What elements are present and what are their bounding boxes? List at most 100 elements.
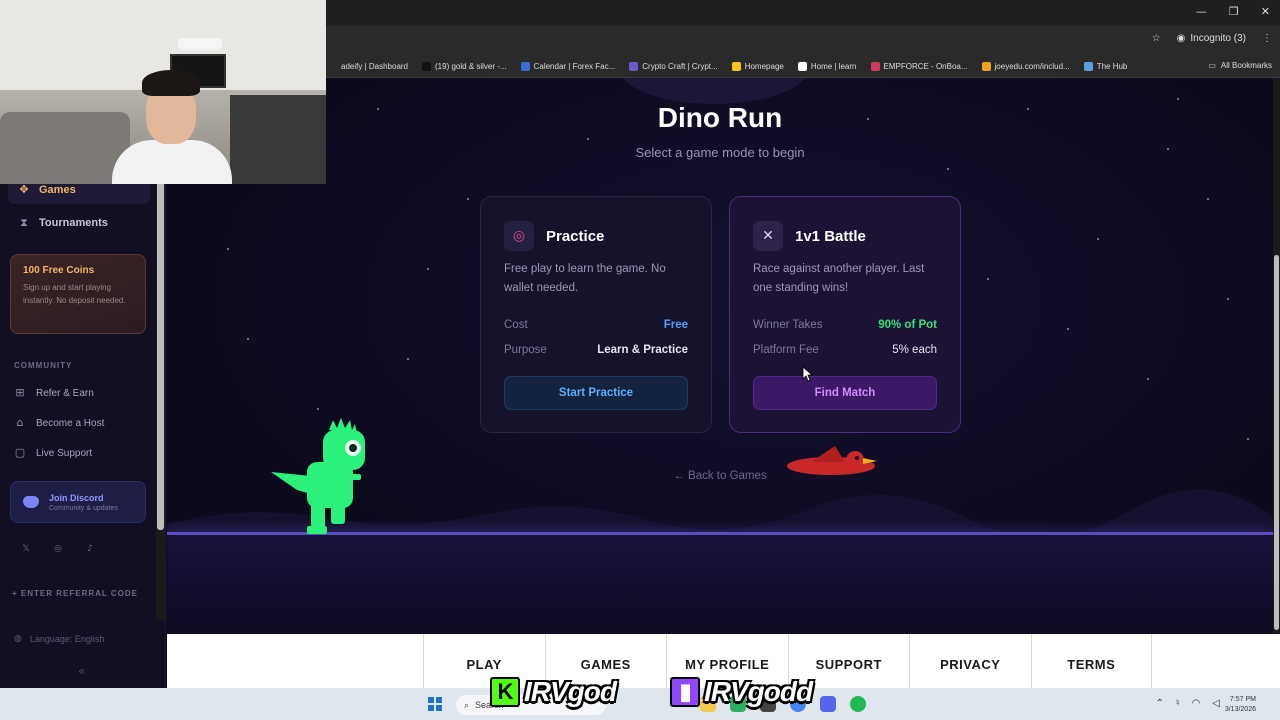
system-tray: ⌃ ♮ ◠ ◁ <box>1156 698 1220 709</box>
star <box>1207 198 1209 200</box>
bookmark[interactable]: Homepage <box>731 62 784 71</box>
row-label: Purpose <box>504 343 547 356</box>
spotify-icon[interactable] <box>850 696 866 712</box>
volume-icon[interactable]: ◁ <box>1212 698 1220 709</box>
chevron-up-icon[interactable]: ⌃ <box>1156 698 1164 709</box>
star <box>987 278 989 280</box>
row-value: 5% each <box>892 343 937 356</box>
bookmark[interactable]: EMPFORCE - OnBoa... <box>870 62 968 71</box>
game-title: Dino Run <box>657 102 783 133</box>
sidebar-item-label: Games <box>39 184 76 196</box>
join-discord-card[interactable]: Join Discord Community & updates <box>10 481 146 523</box>
row-label: Winner Takes <box>753 318 823 331</box>
footer-link-terms[interactable]: TERMS <box>1030 634 1152 688</box>
social-links: 𝕏 ◎ ♪ <box>20 543 96 555</box>
find-match-button[interactable]: Find Match <box>753 376 937 410</box>
star <box>317 408 319 410</box>
sidebar-item-label: Tournaments <box>39 217 108 229</box>
bookmark[interactable]: Calendar | Forex Fac... <box>520 62 615 71</box>
all-bookmarks[interactable]: ▭ All Bookmarks <box>1208 61 1272 70</box>
windows-start-icon[interactable] <box>428 697 442 711</box>
cost-row: Cost Free <box>504 312 688 337</box>
promo-title: 100 Free Coins <box>23 265 95 276</box>
enter-referral-code[interactable]: + ENTER REFERRAL CODE <box>12 589 138 598</box>
free-coins-promo[interactable]: 100 Free Coins Sign up and start playing… <box>10 254 146 334</box>
bookmark[interactable]: joeyedu.com/includ... <box>981 62 1070 71</box>
taskbar-clock[interactable]: 7:57 PM 3/13/2026 <box>1225 695 1256 715</box>
tiktok-icon[interactable]: ♪ <box>84 543 96 555</box>
game-subtitle: Select a game mode to begin <box>635 145 805 160</box>
bird-obstacle <box>787 446 877 475</box>
star <box>1227 298 1229 300</box>
star <box>407 358 409 360</box>
clock-date: 3/13/2026 <box>1224 706 1256 713</box>
x-logo-icon <box>422 62 432 71</box>
webcam-overlay <box>0 0 326 184</box>
collapse-sidebar-icon[interactable]: « <box>78 664 85 678</box>
globe-icon <box>1083 62 1093 71</box>
star <box>1177 98 1179 100</box>
bookmark-icon <box>981 62 991 71</box>
incognito-label: Incognito (3) <box>1190 33 1246 44</box>
menu-dots-icon[interactable]: ⋮ <box>1262 33 1272 44</box>
star <box>427 268 429 270</box>
gamepad-icon: ✥ <box>19 183 29 196</box>
bookmark[interactable]: Crypto Craft | Crypt... <box>629 62 718 71</box>
row-label: Cost <box>504 318 528 331</box>
card-title: 1v1 Battle <box>795 227 866 245</box>
bookmark-icon <box>797 62 807 71</box>
bookmark-icon <box>629 62 639 71</box>
page-scrollbar-thumb[interactable] <box>1274 255 1279 630</box>
row-value: 90% of Pot <box>878 318 937 331</box>
wifi-icon[interactable]: ◠ <box>1192 698 1201 709</box>
window-controls: — ❐ ✕ <box>1196 5 1270 18</box>
star <box>1147 378 1149 380</box>
bookmark[interactable]: adeify | Dashboard <box>328 62 408 71</box>
instagram-icon[interactable]: ◎ <box>52 543 64 555</box>
star <box>247 338 249 340</box>
kick-username: IRVgod <box>524 676 617 707</box>
sidebar-item-tournaments[interactable]: ⧗ Tournaments <box>8 209 150 237</box>
bookmark[interactable]: Home | learn <box>797 62 857 71</box>
row-value: Free <box>663 318 688 331</box>
search-icon: ⌕ <box>464 699 470 710</box>
star <box>947 168 949 170</box>
bookmark-star-icon[interactable]: ☆ <box>1152 33 1161 44</box>
close-icon[interactable]: ✕ <box>1261 5 1270 18</box>
refer-earn-link[interactable]: ⊞ Refer & Earn <box>14 387 93 399</box>
restore-icon[interactable]: ❐ <box>1229 5 1239 18</box>
incognito-badge[interactable]: ◉ Incognito (3) <box>1177 33 1246 44</box>
row-label: Platform Fee <box>753 343 819 356</box>
x-icon[interactable]: 𝕏 <box>20 543 32 555</box>
star <box>587 138 589 140</box>
start-practice-button[interactable]: Start Practice <box>504 376 688 410</box>
discord-subtitle: Community & updates <box>49 504 118 512</box>
discord-title: Join Discord <box>49 492 104 503</box>
address-bar-actions: ☆ ◉ Incognito (3) ⋮ <box>1152 33 1272 44</box>
twitch-username: IRVgodd <box>704 676 813 707</box>
globe-icon: ◍ <box>14 633 22 643</box>
minimize-icon[interactable]: — <box>1196 5 1207 18</box>
microphone-icon[interactable]: ♮ <box>1176 698 1180 709</box>
kick-logo-icon: K <box>490 677 520 707</box>
twitch-logo-icon: ▮ <box>670 677 700 707</box>
live-support-link[interactable]: ▢ Live Support <box>14 447 92 459</box>
promo-text: Sign up and start playing instantly. No … <box>23 283 126 305</box>
discord-taskbar-icon[interactable] <box>820 696 836 712</box>
purpose-row: Purpose Learn & Practice <box>504 337 688 362</box>
star <box>1067 328 1069 330</box>
bookmark-icon <box>520 62 530 71</box>
incognito-icon: ◉ <box>1176 33 1186 44</box>
crossed-swords-icon: ✕ <box>753 221 783 251</box>
bookmark[interactable]: (19) gold & silver -... <box>422 62 507 71</box>
language-selector[interactable]: ◍ Language: English <box>14 633 104 644</box>
practice-mode-card[interactable]: ◎ Practice Free play to learn the game. … <box>480 196 712 433</box>
footer-link-privacy[interactable]: PRIVACY <box>909 634 1031 688</box>
taskbar: ⌕ Search ⌃ ♮ ◠ ◁ 7:57 PM 3/13/2026 <box>0 688 1280 720</box>
battle-mode-card[interactable]: ✕ 1v1 Battle Race against another player… <box>729 196 961 433</box>
card-description: Free play to learn the game. No wallet n… <box>504 263 666 294</box>
become-host-link[interactable]: ⌂ Become a Host <box>14 417 105 429</box>
mouse-cursor <box>802 366 814 382</box>
card-title: Practice <box>546 227 605 245</box>
bookmark[interactable]: The Hub <box>1083 62 1127 71</box>
